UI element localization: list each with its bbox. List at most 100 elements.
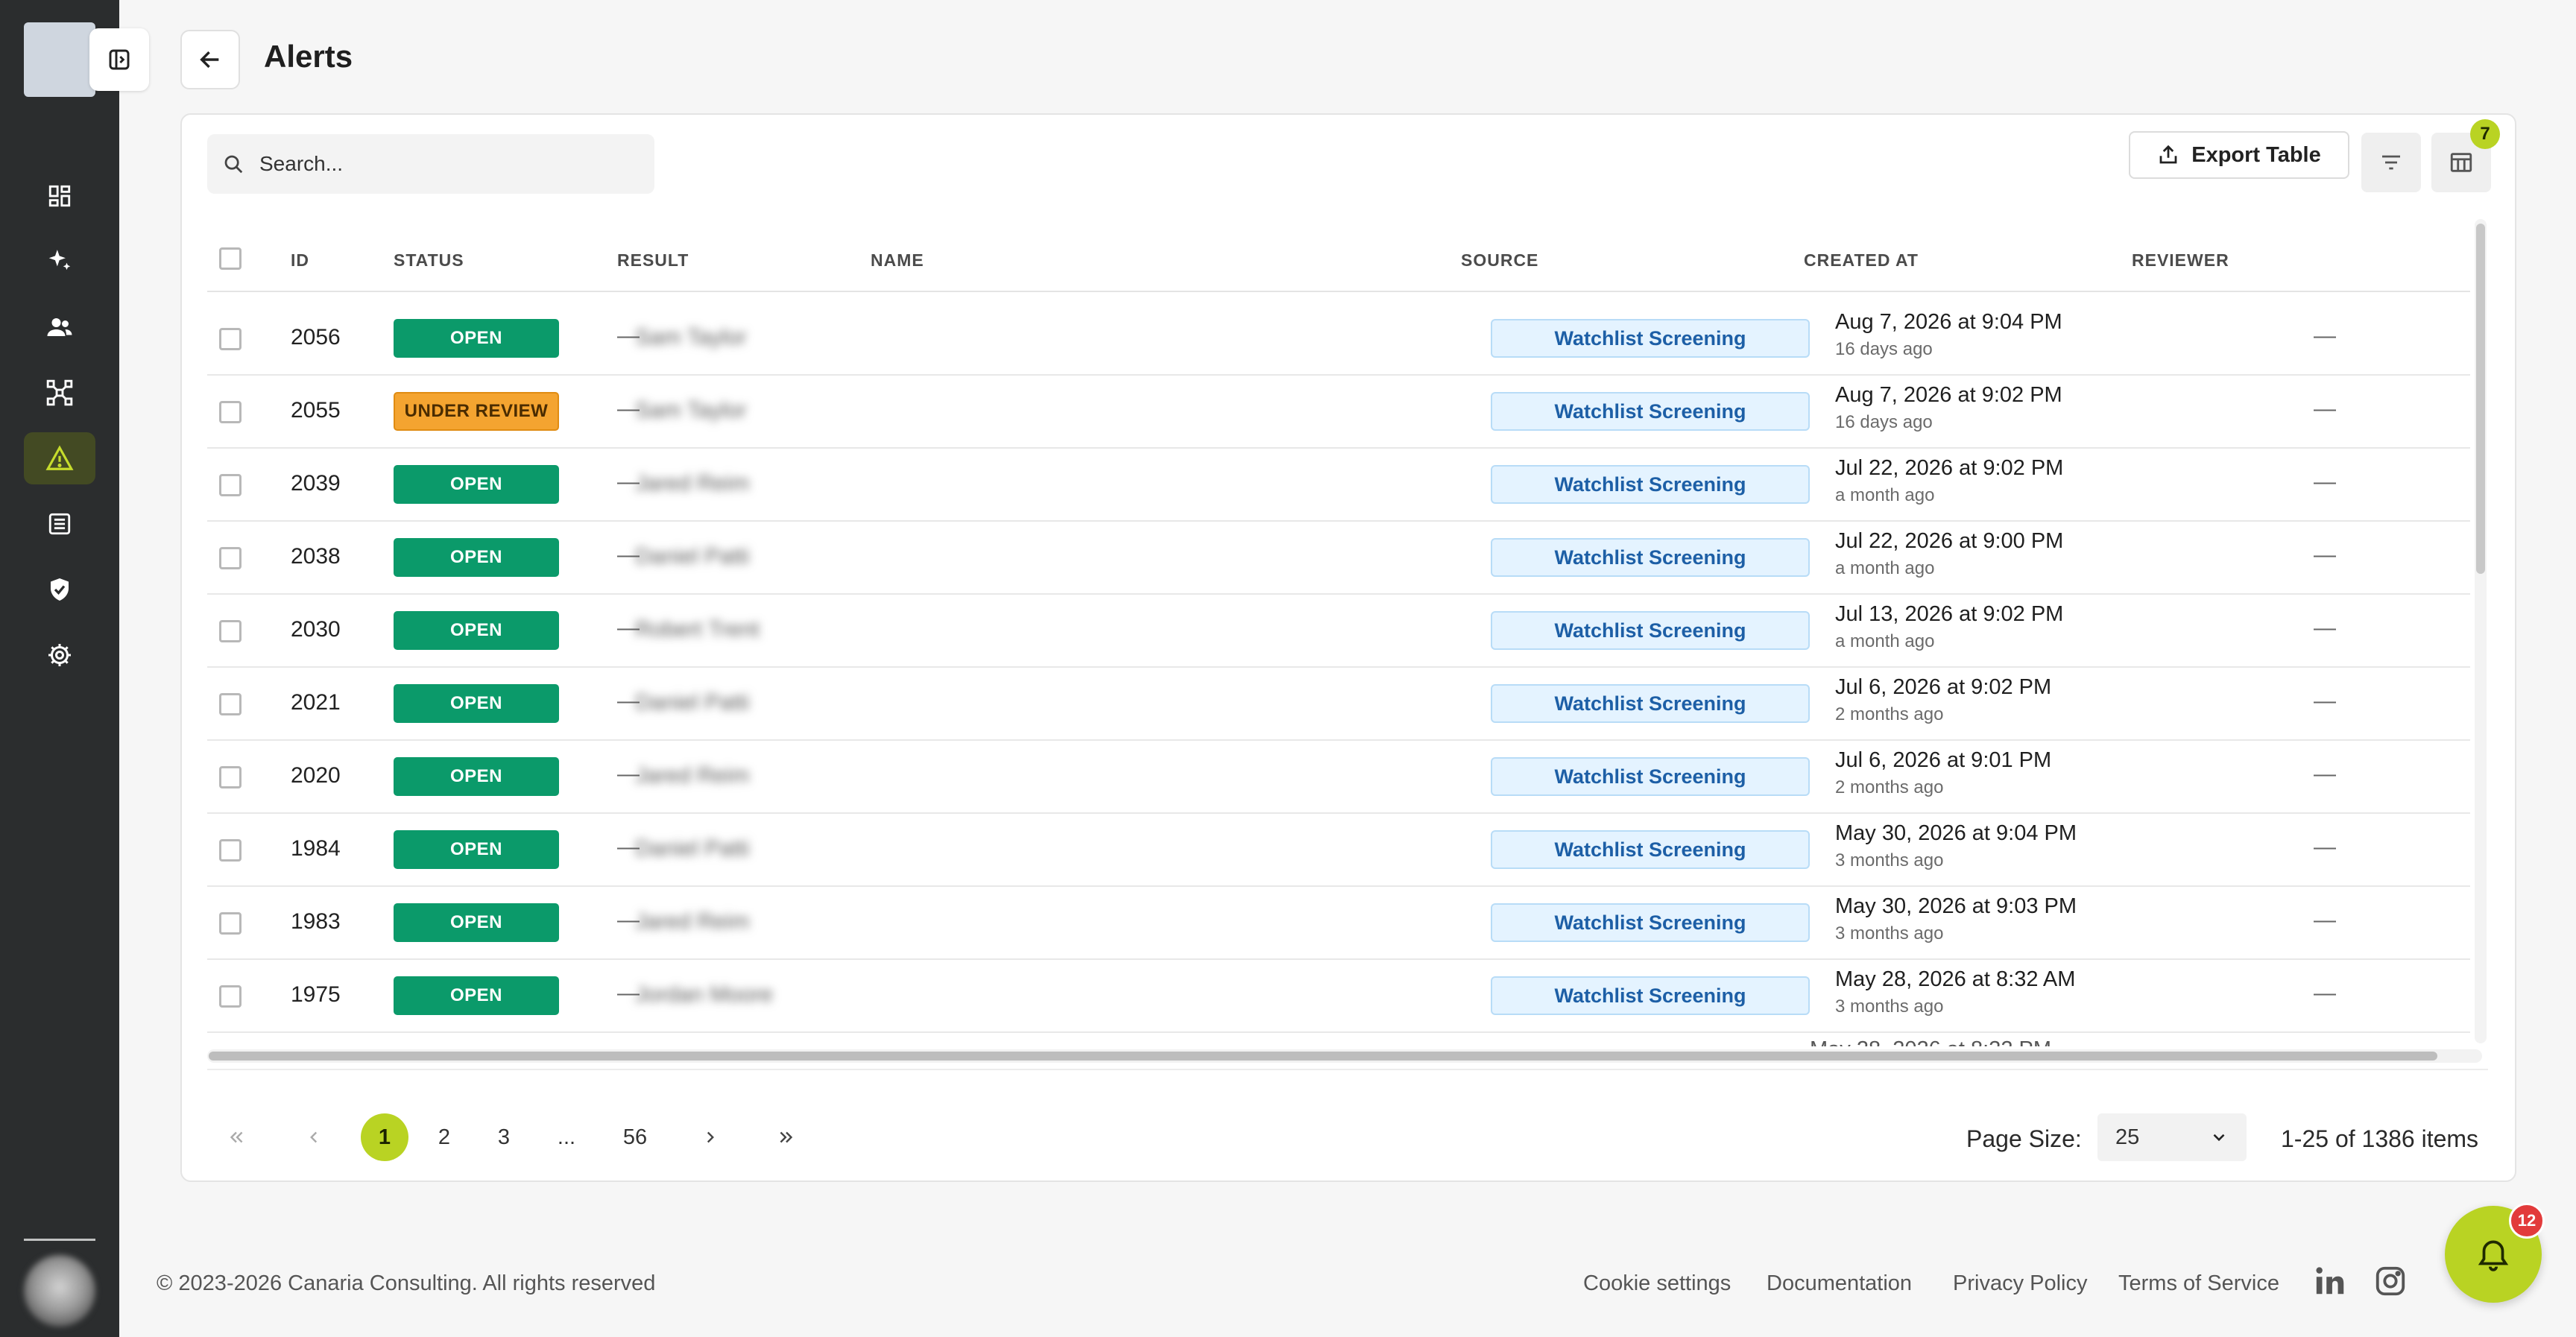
cell-reviewer: — [2314,981,2336,1005]
status-badge: OPEN [394,757,559,796]
cell-name[interactable]: Daniel Patti [635,544,749,569]
row-checkbox[interactable] [219,985,242,1008]
row-checkbox[interactable] [219,693,242,715]
table-row[interactable]: 2038 OPEN — Daniel Patti Watchlist Screening… [207,522,2470,595]
page-title: Alerts [264,39,353,74]
sidebar-item-customers[interactable] [24,301,95,353]
double-chevron-right-icon [780,1131,793,1143]
dashboard-icon [48,185,71,207]
column-header-id[interactable]: ID [291,250,309,271]
cell-created-at: Jul 13, 2026 at 9:02 PM a month ago [1835,602,2063,652]
column-header-result[interactable]: RESULT [617,250,689,271]
user-avatar[interactable] [24,1255,95,1327]
cell-name[interactable]: Daniel Patti [635,690,749,715]
row-checkbox[interactable] [219,474,242,496]
source-badge: Watchlist Screening [1491,611,1810,650]
table-row[interactable]: 2039 OPEN — Jared Reim Watchlist Screening Ju… [207,449,2470,522]
sidebar-item-alerts[interactable] [24,432,95,484]
page-button-2[interactable]: 2 [422,1115,467,1160]
table-row[interactable]: 2030 OPEN — Robert Trent Watchlist Screening… [207,595,2470,668]
vertical-scrollbar-thumb[interactable] [2476,224,2485,574]
column-header-created-at[interactable]: CREATED AT [1804,250,1919,271]
horizontal-scrollbar[interactable] [207,1049,2482,1063]
table-row[interactable]: 2056 OPEN — Sam Taylor Watchlist Screening Au… [207,303,2470,376]
created-date: Jul 13, 2026 at 9:02 PM [1835,602,2064,626]
cell-name[interactable]: Robert Trent [635,617,760,642]
page-size-value: 25 [2115,1125,2140,1149]
page-size-select[interactable]: 25 [2097,1113,2247,1161]
arrow-left-icon [200,51,219,69]
footer-link-cookie-settings[interactable]: Cookie settings [1583,1271,1731,1296]
horizontal-scrollbar-thumb[interactable] [209,1052,2437,1061]
row-checkbox[interactable] [219,766,242,788]
table-row[interactable]: 2021 OPEN — Daniel Patti Watchlist Screening… [207,668,2470,741]
sidebar-item-ai[interactable] [24,236,95,288]
footer-link-privacy-policy[interactable]: Privacy Policy [1953,1271,2088,1296]
table-row[interactable]: 1984 OPEN — Daniel Patti Watchlist Screening… [207,814,2470,887]
cell-name[interactable]: Jared Reim [635,909,749,935]
sparkles-icon [48,250,71,271]
footer-link-documentation[interactable]: Documentation [1767,1271,1912,1296]
alerts-table-card: Search... Export Table 7 ID STATUS RESUL… [180,113,2516,1182]
cell-name[interactable]: Jared Reim [635,763,749,788]
status-badge: OPEN [394,976,559,1015]
column-header-name[interactable]: NAME [871,250,924,271]
sidebar-item-network[interactable] [24,367,95,419]
select-all-checkbox[interactable] [219,247,242,270]
linkedin-link[interactable] [2314,1264,2348,1302]
row-checkbox[interactable] [219,547,242,569]
created-relative: a month ago [1835,558,1935,578]
instagram-icon [2375,1266,2405,1296]
search-placeholder: Search... [259,152,344,175]
export-table-button[interactable]: Export Table [2129,131,2349,179]
table-row[interactable]: 2055 UNDER REVIEW — Sam Taylor Watchlist Scr… [207,376,2470,449]
row-checkbox[interactable] [219,620,242,642]
notifications-count-badge: 12 [2509,1203,2545,1239]
column-header-reviewer[interactable]: REVIEWER [2132,250,2229,271]
page-button-1[interactable]: 1 [361,1113,408,1161]
sidebar-item-settings[interactable] [24,629,95,681]
sidebar-item-security[interactable] [24,563,95,616]
search-input[interactable]: Search... [207,134,654,194]
last-page-button[interactable] [768,1115,805,1160]
next-page-button[interactable] [692,1115,729,1160]
sidebar-item-dashboard[interactable] [24,170,95,222]
back-button[interactable] [180,30,240,89]
cell-reviewer: — [2314,835,2336,859]
instagram-link[interactable] [2373,1264,2408,1302]
sidebar-item-reports[interactable] [24,498,95,550]
cell-name[interactable]: Jordan Moore [635,982,773,1008]
sidebar-nav [24,170,95,695]
row-checkbox[interactable] [219,401,242,423]
filter-button[interactable] [2361,133,2421,192]
row-checkbox[interactable] [219,839,242,862]
created-relative: 2 months ago [1835,777,1944,797]
page-button-3[interactable]: 3 [482,1115,526,1160]
column-header-status[interactable]: STATUS [394,250,464,271]
prev-page-button[interactable] [295,1115,332,1160]
users-icon [47,318,72,336]
cell-name[interactable]: Sam Taylor [635,398,747,423]
table-row[interactable]: 2020 OPEN — Jared Reim Watchlist Screening Ju… [207,741,2470,814]
cell-name[interactable]: Jared Reim [635,471,749,496]
cell-name[interactable]: Daniel Patti [635,836,749,862]
column-header-source[interactable]: SOURCE [1461,250,1538,271]
page-button-56[interactable]: 56 [613,1115,657,1160]
row-checkbox[interactable] [219,912,242,935]
footer-link-terms-of-service[interactable]: Terms of Service [2118,1271,2279,1296]
row-checkbox[interactable] [219,328,242,350]
cell-id: 2038 [291,544,341,569]
chevron-left-icon [310,1131,318,1143]
table-row[interactable]: 1975 OPEN — Jordan Moore Watchlist Screening… [207,960,2470,1033]
created-relative: a month ago [1835,485,1935,505]
cell-name[interactable]: Sam Taylor [635,325,747,350]
source-badge: Watchlist Screening [1491,319,1810,358]
cell-id: 2030 [291,617,341,642]
first-page-button[interactable] [218,1115,255,1160]
sidebar-toggle-button[interactable] [89,28,149,91]
sidebar-toggle-icon [109,49,130,70]
source-badge: Watchlist Screening [1491,903,1810,942]
cell-reviewer: — [2314,762,2336,786]
table-row[interactable]: 1983 OPEN — Jared Reim Watchlist Screening Ma… [207,887,2470,960]
vertical-scrollbar[interactable] [2475,219,2487,1043]
